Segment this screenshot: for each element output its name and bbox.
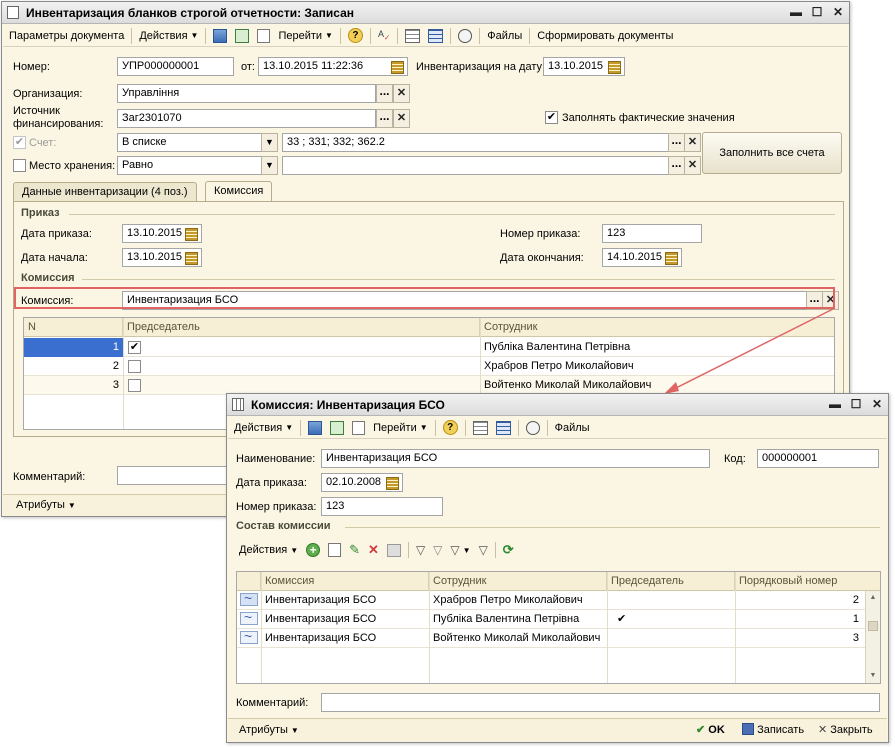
name-label: Наименование: <box>236 453 316 465</box>
commission-window-title: Комиссия: Инвентаризация БСО <box>251 398 445 412</box>
commission-attributes-button[interactable]: Атрибуты ▼ <box>239 724 299 736</box>
filter-history-icon[interactable]: ▽ ▼ <box>446 540 474 560</box>
refresh-icon[interactable] <box>326 418 348 438</box>
table-row[interactable]: Инвентаризация БСО Храбров Петро Миколай… <box>237 590 880 610</box>
column-header-sequence-number[interactable]: Порядковый номер <box>735 572 865 591</box>
table-row[interactable]: Инвентаризация БСО Войтенко Миколай Мико… <box>237 628 880 648</box>
history-clock-icon[interactable] <box>522 418 544 438</box>
table-row[interactable]: Инвентаризация БСО Публіка Валентина Пет… <box>237 609 880 629</box>
goto-label: Перейти <box>373 421 417 434</box>
sequence-number-cell: 3 <box>852 632 859 644</box>
close-label: Закрыть <box>830 724 873 736</box>
commission-comment-label: Комментарий: <box>236 697 309 709</box>
save-close-icon[interactable] <box>304 418 326 438</box>
close-icon[interactable]: ✕ <box>870 397 884 411</box>
sequence-number-cell: 1 <box>852 613 859 625</box>
vertical-scrollbar[interactable]: ▲ ▼ <box>865 591 880 683</box>
copy-row-icon[interactable] <box>324 540 345 560</box>
composition-section-title: Состав комиссии <box>236 520 331 532</box>
maximize-icon[interactable]: ☐ <box>849 397 863 411</box>
employee-cell: Храбров Петро Миколайович <box>433 594 583 606</box>
catalog-row-icon <box>240 628 258 644</box>
close-x-icon: ✕ <box>818 724 828 736</box>
commission-goto-menu-button[interactable]: Перейти ▼ <box>369 418 432 438</box>
scroll-thumb[interactable] <box>868 621 878 631</box>
dropdown-arrow-icon: ▼ <box>290 545 299 555</box>
catalog-row-icon <box>240 609 258 625</box>
ok-label: OK <box>708 724 725 736</box>
composition-grid: Комиссия Сотрудник Председатель Порядков… <box>236 571 881 684</box>
composition-grid-header: Комиссия Сотрудник Председатель Порядков… <box>237 572 880 591</box>
post-row-icon[interactable] <box>383 540 405 560</box>
add-row-icon[interactable]: + <box>302 540 324 560</box>
name-field[interactable]: Инвентаризация БСО <box>321 449 710 468</box>
edit-row-icon[interactable]: ✎ <box>345 540 364 560</box>
column-header-employee[interactable]: Сотрудник <box>429 572 607 591</box>
sequence-number-cell: 2 <box>852 594 859 606</box>
list-view-icon[interactable] <box>469 418 492 438</box>
clear-filter-icon[interactable]: ▽ <box>475 540 492 560</box>
commission-cell: Инвентаризация БСО <box>265 594 377 606</box>
save-button[interactable]: Записать <box>742 723 804 736</box>
filter-icon[interactable]: ▽ <box>412 540 429 560</box>
dropdown-arrow-icon: ▼ <box>419 423 428 432</box>
actions-label: Действия <box>234 421 283 434</box>
actions-label: Действия <box>239 544 288 556</box>
commission-cell: Инвентаризация БСО <box>265 632 377 644</box>
chairman-cell <box>607 591 735 610</box>
chairman-cell: ✔ <box>617 613 627 625</box>
commission-order-number-label: Номер приказа: <box>236 501 317 513</box>
scroll-up-icon[interactable]: ▲ <box>866 591 880 605</box>
composition-toolbar: Действия ▼ + ✎ ✕ ▽ ▽ ▽ ▼ ▽ ⟳ <box>236 540 518 560</box>
close-button[interactable]: ✕ Закрыть <box>818 723 873 736</box>
refresh-list-icon[interactable]: ⟳ <box>499 540 518 560</box>
dropdown-arrow-icon: ▼ <box>290 726 299 735</box>
dropdown-arrow-icon: ▼ <box>462 545 471 555</box>
code-field[interactable]: 000000001 <box>757 449 879 468</box>
minimize-icon[interactable]: ▬ <box>828 397 842 411</box>
commission-order-date-field[interactable]: 02.10.2008 <box>321 473 403 492</box>
structure-icon[interactable] <box>492 418 515 438</box>
create-based-icon[interactable] <box>348 418 369 438</box>
delete-row-icon[interactable]: ✕ <box>364 540 383 560</box>
commission-order-number-field[interactable]: 123 <box>321 497 443 516</box>
column-header-commission[interactable]: Комиссия <box>261 572 429 591</box>
commission-statusbar: Атрибуты ▼ ✔ OK Записать ✕ Закрыть <box>228 718 887 742</box>
save-label: Записать <box>757 724 805 736</box>
dropdown-arrow-icon: ▼ <box>285 423 294 432</box>
filter-by-value-icon[interactable]: ▽ <box>429 540 446 560</box>
catalog-row-icon <box>240 590 258 606</box>
commission-cell: Инвентаризация БСО <box>265 613 377 625</box>
column-header-icon <box>237 572 261 591</box>
commission-titlebar[interactable]: Комиссия: Инвентаризация БСО ▬ ☐ ✕ <box>227 394 888 416</box>
commission-toolbar: Действия ▼ Перейти ▼ ? Файлы <box>228 417 887 439</box>
column-header-chairman[interactable]: Председатель <box>607 572 735 591</box>
ok-button[interactable]: ✔ OK <box>696 723 725 736</box>
help-icon[interactable]: ? <box>439 418 462 438</box>
composition-actions-menu-button[interactable]: Действия ▼ <box>236 540 302 560</box>
commission-files-button[interactable]: Файлы <box>551 418 594 438</box>
attributes-label: Атрибуты <box>239 724 288 736</box>
scroll-down-icon[interactable]: ▼ <box>866 669 880 683</box>
employee-cell: Войтенко Миколай Миколайович <box>433 632 601 644</box>
ok-check-icon: ✔ <box>696 724 706 736</box>
commission-window: Комиссия: Инвентаризация БСО ▬ ☐ ✕ Дейст… <box>226 393 889 743</box>
commission-actions-menu-button[interactable]: Действия ▼ <box>230 418 297 438</box>
commission-comment-field[interactable] <box>321 693 880 712</box>
chairman-cell <box>607 629 735 648</box>
code-label: Код: <box>724 453 746 465</box>
catalog-icon <box>232 398 244 411</box>
commission-order-date-label: Дата приказа: <box>236 477 307 489</box>
save-disk-icon <box>742 723 754 735</box>
employee-cell: Публіка Валентина Петрівна <box>433 613 580 625</box>
